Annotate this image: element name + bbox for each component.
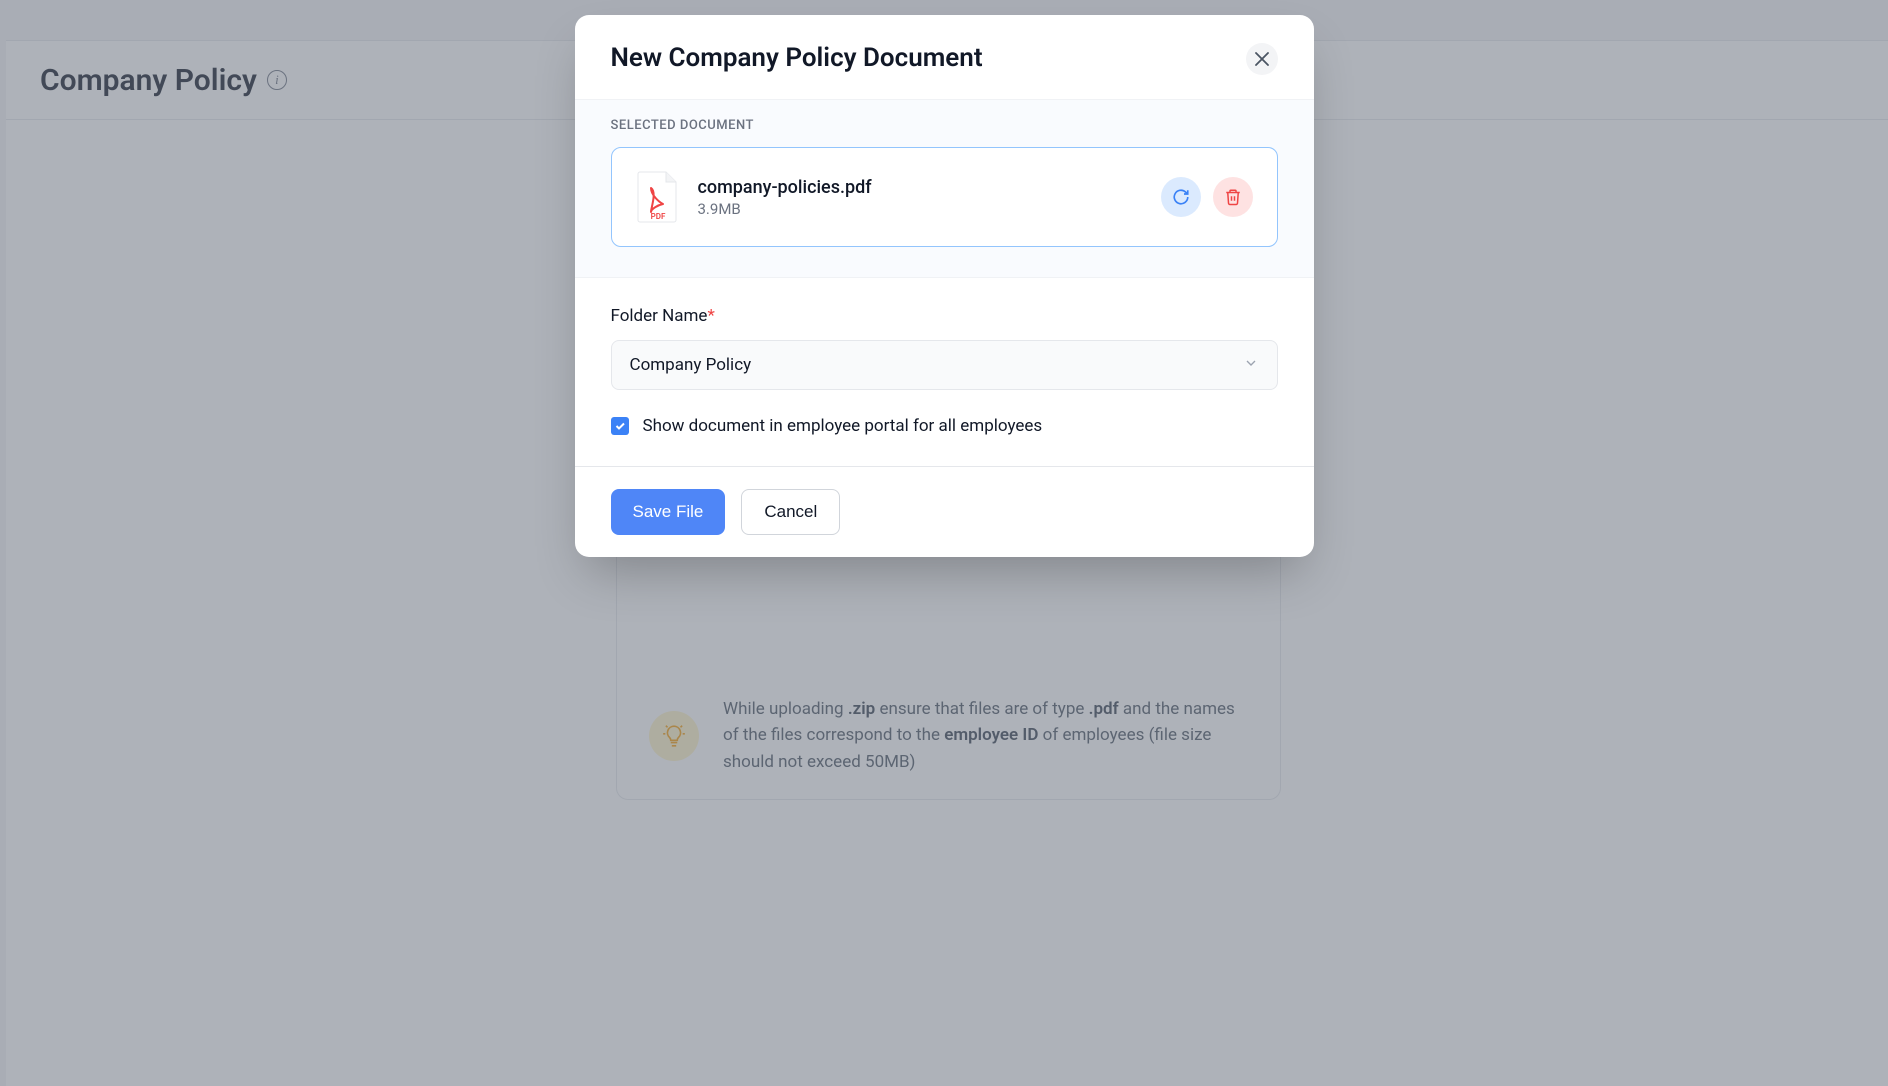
chevron-down-icon: [1243, 355, 1259, 376]
folder-name-label: Folder Name*: [611, 306, 1278, 326]
required-asterisk: *: [707, 306, 714, 326]
pdf-file-icon: PDF: [636, 170, 680, 224]
file-name: company-policies.pdf: [698, 177, 1143, 198]
selected-document-section: SELECTED DOCUMENT PDF company-policies.p…: [575, 99, 1314, 278]
close-icon: [1255, 52, 1269, 66]
folder-selected-value: Company Policy: [630, 355, 752, 375]
file-card: PDF company-policies.pdf 3.9MB: [611, 147, 1278, 247]
modal-body: Folder Name* Company Policy Show documen…: [575, 278, 1314, 466]
cancel-button[interactable]: Cancel: [741, 489, 840, 535]
show-in-portal-checkbox[interactable]: [611, 417, 629, 435]
file-size: 3.9MB: [698, 200, 1143, 218]
save-button[interactable]: Save File: [611, 489, 726, 535]
show-in-portal-row: Show document in employee portal for all…: [611, 416, 1278, 436]
refresh-icon: [1172, 188, 1190, 206]
new-policy-modal: New Company Policy Document SELECTED DOC…: [575, 15, 1314, 557]
refresh-file-button[interactable]: [1161, 177, 1201, 217]
delete-file-button[interactable]: [1213, 177, 1253, 217]
trash-icon: [1224, 188, 1242, 206]
svg-text:PDF: PDF: [650, 212, 665, 221]
selected-document-label: SELECTED DOCUMENT: [611, 118, 1278, 133]
close-button[interactable]: [1246, 43, 1278, 75]
modal-title: New Company Policy Document: [611, 43, 983, 73]
modal-overlay[interactable]: New Company Policy Document SELECTED DOC…: [0, 0, 1888, 1086]
show-in-portal-label: Show document in employee portal for all…: [643, 416, 1043, 436]
folder-name-select[interactable]: Company Policy: [611, 340, 1278, 390]
modal-footer: Save File Cancel: [575, 466, 1314, 557]
modal-header: New Company Policy Document: [575, 15, 1314, 99]
check-icon: [614, 420, 626, 432]
file-actions: [1161, 177, 1253, 217]
folder-label-text: Folder Name: [611, 306, 708, 326]
file-info: company-policies.pdf 3.9MB: [698, 177, 1143, 218]
